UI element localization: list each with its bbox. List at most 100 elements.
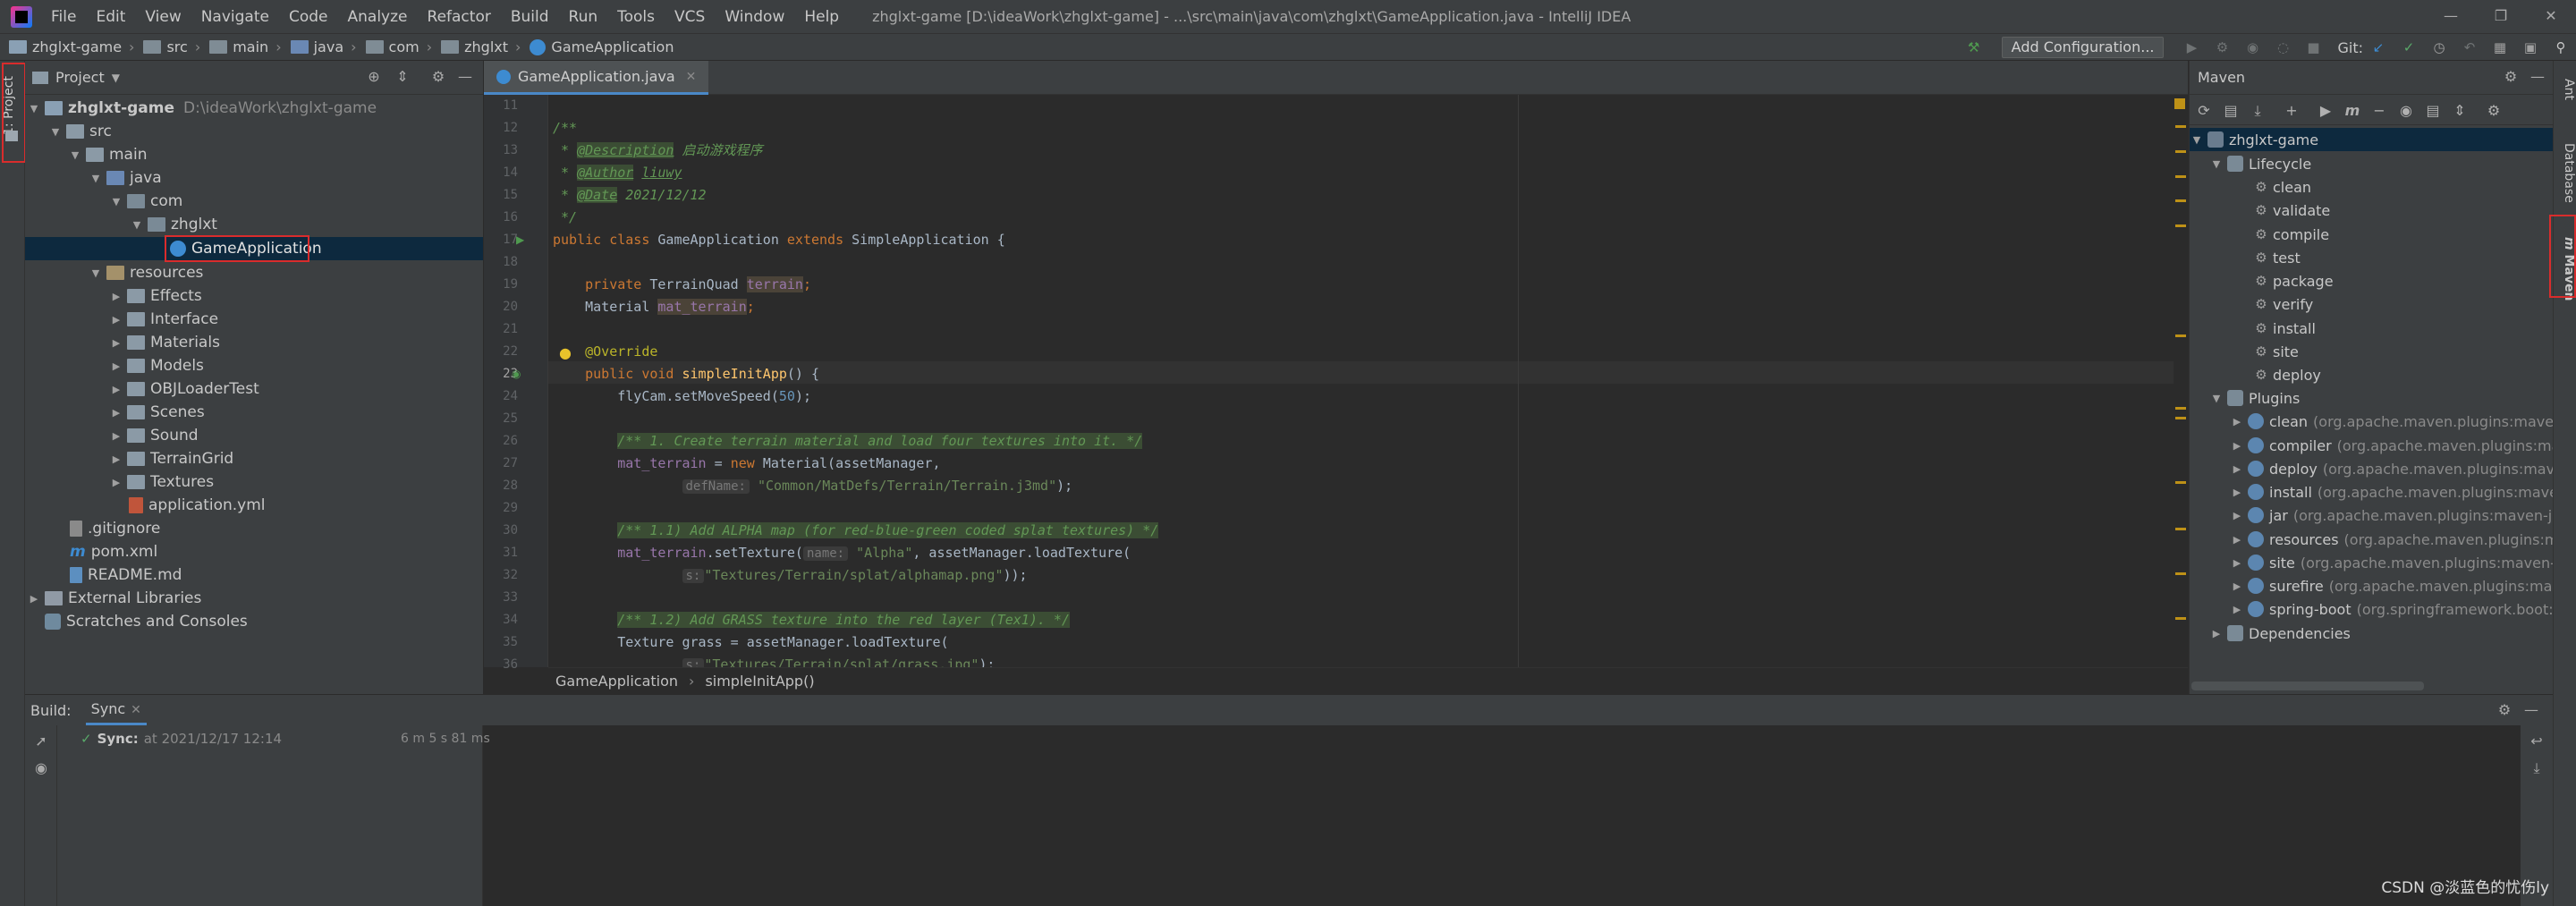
- analysis-status-icon[interactable]: [2174, 98, 2185, 109]
- git-update-icon[interactable]: ↙: [2369, 38, 2387, 56]
- breadcrumb-com[interactable]: com ›: [357, 38, 432, 55]
- breadcrumb-java[interactable]: java ›: [282, 38, 357, 55]
- menu-build[interactable]: Build: [501, 8, 559, 26]
- run-gutter-icon[interactable]: ▶: [516, 233, 524, 246]
- warning-marker[interactable]: [2175, 199, 2186, 202]
- chevron-down-icon[interactable]: ▼: [112, 72, 120, 84]
- tree-item-readme[interactable]: README.md: [66, 563, 182, 587]
- git-history-icon[interactable]: ◷: [2430, 38, 2448, 56]
- git-commit-icon[interactable]: ✓: [2400, 38, 2418, 56]
- lifecycle-deploy[interactable]: ⚙ deploy: [2250, 363, 2321, 386]
- tree-item-sound[interactable]: ▶ Sound: [109, 424, 199, 447]
- tab-gameapplication-java[interactable]: GameApplication.java ✕: [484, 61, 709, 95]
- warning-marker[interactable]: [2175, 125, 2186, 128]
- warning-marker[interactable]: [2175, 528, 2186, 530]
- warning-marker[interactable]: [2175, 334, 2186, 337]
- lifecycle-validate[interactable]: ⚙ validate: [2250, 199, 2330, 222]
- breadcrumb-method[interactable]: simpleInitApp(): [705, 673, 814, 690]
- close-tab-icon[interactable]: ✕: [686, 70, 697, 84]
- lifecycle-compile[interactable]: ⚙ compile: [2250, 223, 2329, 246]
- settings-gear-icon[interactable]: ⚙: [2496, 701, 2513, 719]
- plugin-deploy[interactable]: ▶ deploy (org.apache.maven.plugins:maven-d: [2230, 457, 2576, 480]
- tree-item-src[interactable]: ▼ src: [48, 120, 112, 143]
- close-tab-icon[interactable]: ✕: [131, 703, 141, 717]
- settings-gear-icon[interactable]: ⚙: [429, 68, 447, 86]
- skip-tests-icon[interactable]: ◉: [2396, 101, 2416, 121]
- database-tool-tab[interactable]: Database: [2555, 132, 2576, 213]
- tree-item-com[interactable]: ▼ com: [109, 190, 183, 213]
- close-icon[interactable]: ✕: [2526, 0, 2576, 34]
- warning-marker[interactable]: [2175, 617, 2186, 620]
- show-dependencies-icon[interactable]: ▤: [2423, 101, 2443, 121]
- tree-item-application-yml[interactable]: application.yml: [125, 494, 266, 517]
- tree-item-terraingrid[interactable]: ▶ TerrainGrid: [109, 447, 233, 470]
- add-configuration-button[interactable]: Add Configuration...: [2001, 37, 2165, 58]
- plugin-clean[interactable]: ▶ clean (org.apache.maven.plugins:maven-cl…: [2230, 410, 2576, 433]
- hide-panel-icon[interactable]: —: [456, 68, 474, 86]
- plugin-install[interactable]: ▶ install (org.apache.maven.plugins:maven-…: [2230, 480, 2576, 504]
- wrench-icon[interactable]: ⚙: [2484, 101, 2504, 121]
- plugin-compiler[interactable]: ▶ compiler (org.apache.maven.plugins:maven: [2230, 434, 2576, 457]
- lifecycle-clean[interactable]: ⚙ clean: [2250, 175, 2311, 199]
- menu-analyze[interactable]: Analyze: [338, 8, 418, 26]
- ant-tool-tab[interactable]: Ant: [2555, 72, 2576, 107]
- breadcrumb-zhglxt[interactable]: zhglxt ›: [432, 38, 521, 55]
- plugin-jar[interactable]: ▶ jar (org.apache.maven.plugins:maven-jar-…: [2230, 504, 2576, 527]
- collapse-all-icon[interactable]: ⇕: [394, 68, 411, 86]
- lifecycle-test[interactable]: ⚙ test: [2250, 246, 2300, 269]
- breadcrumb-class[interactable]: GameApplication: [555, 673, 678, 690]
- hide-panel-icon[interactable]: —: [2522, 701, 2540, 719]
- warning-marker[interactable]: [2175, 572, 2186, 575]
- tree-item-interface[interactable]: ▶ Interface: [109, 308, 218, 331]
- lifecycle-package[interactable]: ⚙ package: [2250, 269, 2333, 292]
- maven-dependencies[interactable]: ▶ Dependencies: [2209, 622, 2351, 645]
- menu-refactor[interactable]: Refactor: [418, 8, 501, 26]
- plugin-site[interactable]: ▶ site (org.apache.maven.plugins:maven-sit…: [2230, 551, 2576, 574]
- tree-item-main[interactable]: ▼ main: [68, 143, 148, 166]
- menu-tools[interactable]: Tools: [607, 8, 665, 26]
- menu-view[interactable]: View: [135, 8, 191, 26]
- menu-edit[interactable]: Edit: [86, 8, 135, 26]
- tree-item-zhglxt[interactable]: ▼ zhglxt: [130, 213, 217, 236]
- warning-marker[interactable]: [2175, 417, 2186, 419]
- plugin-resources[interactable]: ▶ resources (org.apache.maven.plugins:mave: [2230, 528, 2576, 551]
- lifecycle-site[interactable]: ⚙ site: [2250, 340, 2299, 363]
- add-icon[interactable]: +: [2282, 101, 2301, 121]
- tree-item-java[interactable]: ▼ java: [89, 166, 162, 190]
- warning-marker[interactable]: [2175, 175, 2186, 178]
- eye-icon[interactable]: ◉: [32, 759, 50, 777]
- tree-item-external-libraries[interactable]: ▶ External Libraries: [27, 587, 202, 610]
- tree-item-resources[interactable]: ▼ resources: [89, 261, 204, 284]
- warning-marker[interactable]: [2175, 224, 2186, 227]
- project-view-selector[interactable]: Project: [55, 69, 105, 86]
- download-icon[interactable]: ⤓: [2248, 101, 2267, 121]
- build-sync-row[interactable]: ✓ Sync: at 2021/12/17 12:14: [80, 727, 282, 750]
- breadcrumb-project[interactable]: zhglxt-game ›: [0, 38, 134, 55]
- locate-icon[interactable]: ⊕: [365, 68, 383, 86]
- hide-panel-icon[interactable]: —: [2529, 68, 2546, 86]
- lifecycle-install[interactable]: ⚙ install: [2250, 317, 2316, 340]
- tree-item-scenes[interactable]: ▶ Scenes: [109, 401, 205, 424]
- run-icon[interactable]: ▶: [2182, 38, 2200, 56]
- tree-item-scratches[interactable]: Scratches and Consoles: [41, 610, 248, 633]
- debug-icon[interactable]: ⚙: [2213, 38, 2231, 56]
- breadcrumb-main[interactable]: main ›: [200, 38, 282, 55]
- tree-item-gitignore[interactable]: .gitignore: [66, 517, 160, 540]
- profile-icon[interactable]: ◌: [2274, 38, 2292, 56]
- menu-run[interactable]: Run: [559, 8, 608, 26]
- tab-sync[interactable]: Sync ✕: [85, 695, 147, 725]
- lightbulb-icon[interactable]: ●: [559, 344, 572, 361]
- menu-window[interactable]: Window: [715, 8, 794, 26]
- build-hammer-icon[interactable]: ⚒: [1965, 38, 1983, 56]
- soft-wrap-icon[interactable]: ↩: [2528, 732, 2546, 750]
- toggle-offline-icon[interactable]: −: [2369, 101, 2389, 121]
- lifecycle-verify[interactable]: ⚙ verify: [2250, 292, 2313, 316]
- tree-item-materials[interactable]: ▶ Materials: [109, 331, 220, 354]
- run-icon[interactable]: ▶: [2316, 101, 2335, 121]
- warning-marker[interactable]: [2175, 407, 2186, 410]
- scroll-to-end-icon[interactable]: ⤓: [2528, 759, 2546, 777]
- menu-vcs[interactable]: VCS: [665, 8, 715, 26]
- minimize-icon[interactable]: —: [2426, 0, 2476, 34]
- breadcrumb-src[interactable]: src ›: [134, 38, 200, 55]
- maven-goal-icon[interactable]: m: [2343, 101, 2362, 121]
